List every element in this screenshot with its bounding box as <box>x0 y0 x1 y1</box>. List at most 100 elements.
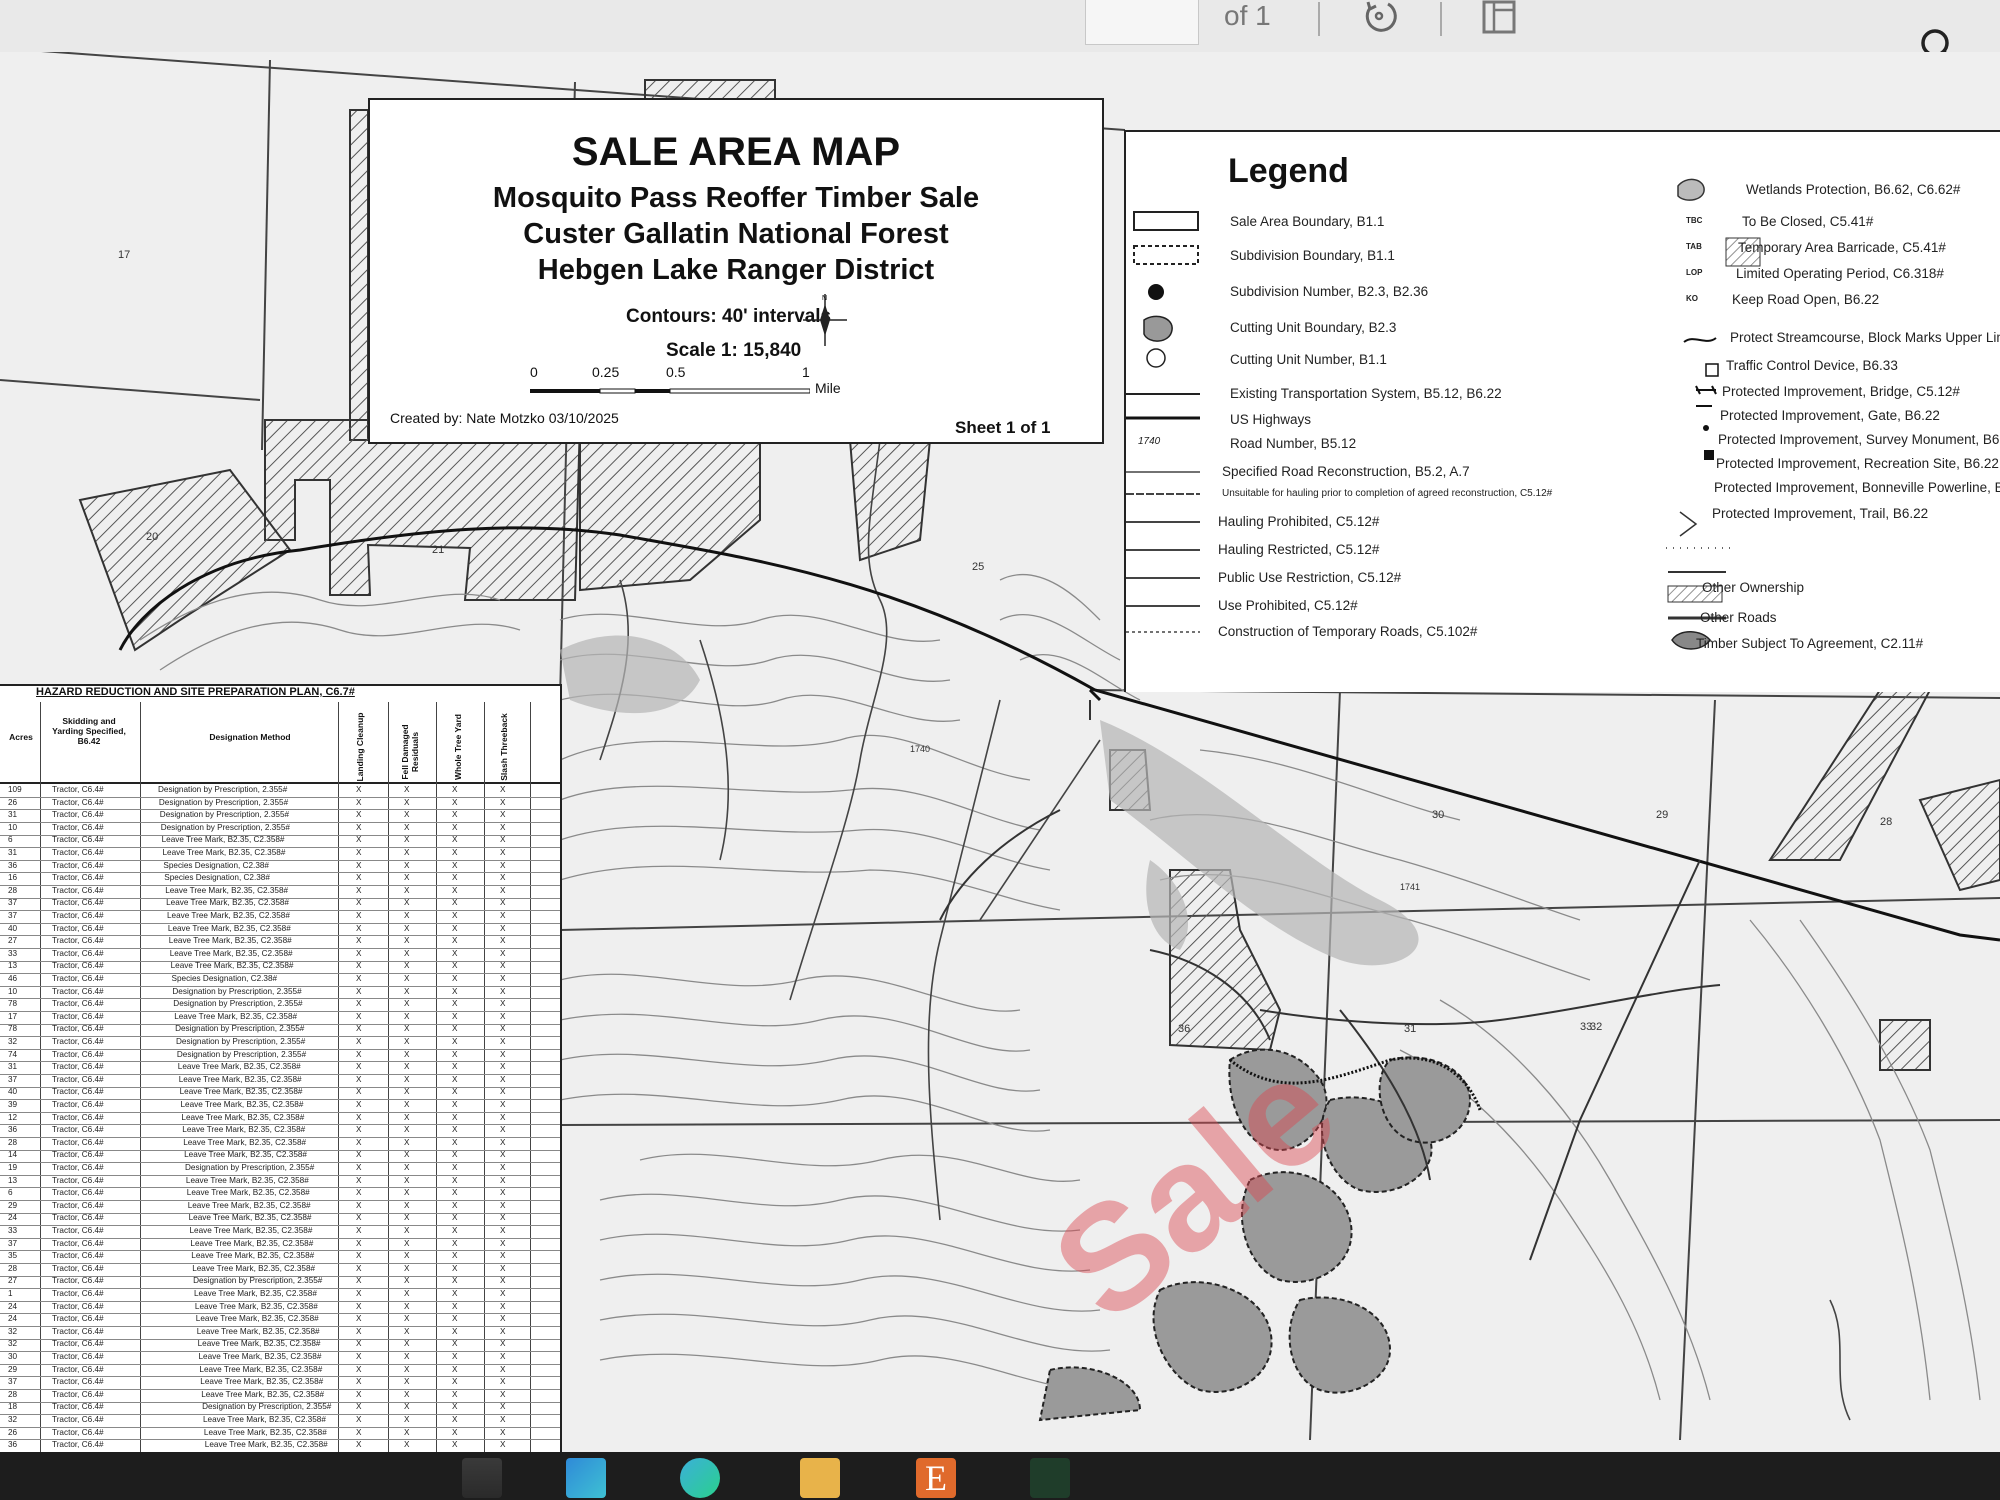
yarding-cell: Tractor, C6.4# <box>52 1352 104 1361</box>
acres-cell: 13 <box>8 1175 18 1185</box>
legend-item: Hauling Prohibited, C5.12# <box>1218 514 1380 529</box>
forest-name: Custer Gallatin National Forest <box>523 218 949 250</box>
x-mark-cell: X <box>404 1112 410 1122</box>
column-header: Acres <box>9 732 33 742</box>
scale-tick: 0 <box>530 364 538 380</box>
yarding-cell: Tractor, C6.4# <box>52 1326 104 1336</box>
x-mark-cell: X <box>356 1238 362 1248</box>
yarding-cell: Tractor, C6.4# <box>52 948 104 958</box>
x-mark-cell: X <box>404 1213 410 1223</box>
x-mark-cell: X <box>404 1415 410 1424</box>
x-mark-cell: X <box>500 1049 506 1059</box>
x-mark-cell: X <box>356 1326 362 1336</box>
x-mark-cell: X <box>404 1175 410 1185</box>
acres-cell: 29 <box>8 1200 18 1210</box>
section-number: 29 <box>1656 809 1668 821</box>
x-mark-cell: X <box>356 936 362 946</box>
section-number: 32 <box>1590 1021 1602 1033</box>
edge-browser-icon[interactable] <box>566 1458 606 1498</box>
acres-cell: 35 <box>8 1251 18 1261</box>
x-mark-cell: X <box>452 1049 458 1059</box>
designation-cell: Leave Tree Mark, B2.35, C2.358# <box>183 1137 307 1147</box>
yarding-cell: Tractor, C6.4# <box>52 1213 104 1223</box>
designation-cell: Leave Tree Mark, B2.35, C2.358# <box>203 1415 326 1424</box>
map-heading: SALE AREA MAP <box>571 130 901 174</box>
x-mark-cell: X <box>356 1200 362 1210</box>
yarding-cell: Tractor, C6.4# <box>52 1263 104 1273</box>
x-mark-cell: X <box>404 974 410 983</box>
legend-item: Subdivision Boundary, B1.1 <box>1230 248 1395 263</box>
page-number-input[interactable] <box>1085 0 1199 45</box>
designation-cell: Leave Tree Mark, B2.35, C2.358# <box>190 1238 314 1248</box>
acres-cell: 10 <box>8 986 18 996</box>
designation-cell: Leave Tree Mark, B2.35, C2.358# <box>178 1074 302 1084</box>
yarding-cell: Tractor, C6.4# <box>52 1125 104 1135</box>
x-mark-cell: X <box>452 1024 458 1034</box>
designation-cell: Leave Tree Mark, B2.35, C2.358# <box>198 1352 322 1361</box>
acres-cell: 26 <box>8 797 18 807</box>
x-mark-cell: X <box>356 873 362 883</box>
yarding-cell: Tractor, C6.4# <box>52 1377 104 1387</box>
designation-cell: Species Designation, C2.38# <box>163 860 269 870</box>
acres-cell: 31 <box>8 1062 18 1072</box>
x-mark-cell: X <box>452 1163 458 1172</box>
x-mark-cell: X <box>452 835 458 845</box>
designation-cell: Species Designation, C2.38# <box>164 873 270 883</box>
yarding-cell: Tractor, C6.4# <box>52 1251 104 1261</box>
x-mark-cell: X <box>404 1402 410 1412</box>
yarding-cell: Tractor, C6.4# <box>52 1427 104 1437</box>
table-title: HAZARD REDUCTION AND SITE PREPARATION PL… <box>36 686 355 698</box>
page-view-icon[interactable] <box>1478 0 1522 38</box>
yarding-cell: Tractor, C6.4# <box>52 986 104 996</box>
browser-icon[interactable] <box>680 1458 720 1498</box>
acres-cell: 19 <box>8 1163 18 1172</box>
x-mark-cell: X <box>404 797 410 807</box>
x-mark-cell: X <box>356 1415 362 1424</box>
e-app-icon[interactable]: E <box>916 1458 956 1498</box>
designation-cell: Designation by Prescription, 2.355# <box>158 785 288 794</box>
legend-item: Sale Area Boundary, B1.1 <box>1230 214 1385 229</box>
acres-cell: 26 <box>8 1427 18 1437</box>
x-mark-cell: X <box>452 961 458 971</box>
x-mark-cell: X <box>404 873 410 883</box>
acres-cell: 78 <box>8 1024 18 1034</box>
designation-cell: Leave Tree Mark, B2.35, C2.358# <box>184 1150 307 1160</box>
legend-item: Protected Improvement, Bonneville Powerl… <box>1714 480 2000 495</box>
x-mark-cell: X <box>404 1238 410 1248</box>
x-mark-cell: X <box>356 1251 362 1261</box>
rotate-icon[interactable] <box>1358 0 1400 36</box>
legend-item: Public Use Restriction, C5.12# <box>1218 570 1402 585</box>
acres-cell: 33 <box>8 948 18 958</box>
x-mark-cell: X <box>356 785 362 794</box>
acres-cell: 12 <box>8 1112 18 1122</box>
legend-item: Other Ownership <box>1702 580 1805 595</box>
x-mark-cell: X <box>500 1440 506 1450</box>
file-explorer-icon[interactable] <box>462 1458 502 1498</box>
designation-cell: Leave Tree Mark, B2.35, C2.358# <box>169 948 293 958</box>
legend-item: Road Number, B5.12 <box>1230 436 1357 451</box>
x-mark-cell: X <box>500 1314 506 1324</box>
acres-cell: 78 <box>8 999 18 1009</box>
legend-item: Protected Improvement, Gate, B6.22 <box>1720 408 1940 423</box>
x-mark-cell: X <box>356 810 362 820</box>
table-row: 36 Tractor, C6.4# Leave Tree Mark, B2.35, … <box>0 1439 560 1452</box>
x-mark-cell: X <box>452 1112 458 1122</box>
acres-cell: 16 <box>8 873 18 883</box>
section-number: 21 <box>432 544 444 556</box>
north-arrow-icon: N <box>800 290 850 350</box>
column-header: Slash Threeback <box>499 713 509 781</box>
designation-cell: Leave Tree Mark, B2.35, C2.358# <box>195 1314 319 1324</box>
x-mark-cell: X <box>500 1339 506 1349</box>
acres-cell: 13 <box>8 961 18 971</box>
x-mark-cell: X <box>500 1175 506 1185</box>
acres-cell: 36 <box>8 1440 18 1450</box>
folder-icon[interactable] <box>800 1458 840 1498</box>
x-mark-cell: X <box>500 1112 506 1122</box>
acres-cell: 40 <box>8 1087 18 1097</box>
x-mark-cell: X <box>500 1024 506 1034</box>
x-mark-cell: X <box>356 1289 362 1298</box>
x-mark-cell: X <box>452 898 458 908</box>
terminal-icon[interactable] <box>1030 1458 1070 1498</box>
x-mark-cell: X <box>500 1125 506 1135</box>
designation-cell: Designation by Prescription, 2.355# <box>202 1402 332 1412</box>
